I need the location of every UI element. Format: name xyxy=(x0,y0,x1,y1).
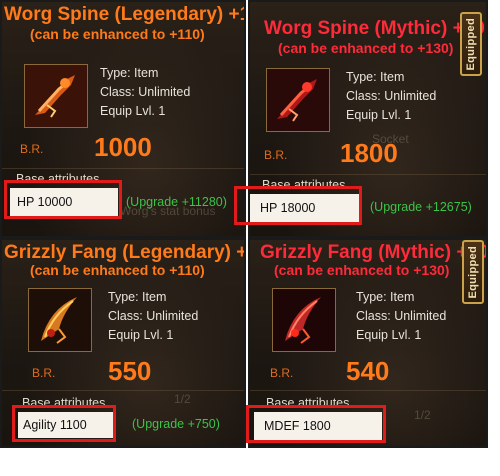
item-equip-level: Equip Lvl. 1 xyxy=(108,328,174,342)
br-value: 540 xyxy=(346,356,390,386)
highlight-frame xyxy=(12,405,116,442)
highlight-frame xyxy=(4,180,122,219)
grizzly-fang-icon xyxy=(272,288,336,352)
item-subtitle: (can be enhanced to +110) xyxy=(30,26,205,42)
highlight-frame xyxy=(246,405,386,443)
item-type: Type: Item xyxy=(100,66,159,80)
item-class: Class: Unlimited xyxy=(108,309,199,323)
page-indicator: 1/2 xyxy=(174,392,191,406)
equipped-label: Equipped xyxy=(467,245,479,299)
br-label: B.R. xyxy=(264,148,288,162)
item-subtitle: (can be enhanced to +110) xyxy=(30,262,205,278)
equipped-badge: Equipped xyxy=(462,240,484,304)
divider xyxy=(2,390,244,391)
upgrade-value: (Upgrade +11280) xyxy=(126,195,227,209)
br-label: B.R. xyxy=(20,142,44,156)
equipped-badge: Equipped xyxy=(460,12,482,76)
divider xyxy=(2,168,244,169)
divider xyxy=(250,390,486,391)
grizzly-fang-icon xyxy=(28,288,92,352)
br-value: 1800 xyxy=(340,138,398,168)
item-class: Class: Unlimited xyxy=(100,85,191,99)
worg-spine-icon xyxy=(24,64,88,128)
item-type: Type: Item xyxy=(108,290,167,304)
br-value: 550 xyxy=(108,356,152,386)
highlight-frame xyxy=(234,186,362,225)
item-class: Class: Unlimited xyxy=(356,309,447,323)
item-type: Type: Item xyxy=(356,290,415,304)
upgrade-value: (Upgrade +750) xyxy=(132,417,220,431)
worg-spine-icon xyxy=(266,68,330,132)
item-equip-level: Equip Lvl. 1 xyxy=(100,104,166,118)
item-class: Class: Unlimited xyxy=(346,89,437,103)
item-subtitle: (can be enhanced to +130) xyxy=(278,40,454,56)
item-type: Type: Item xyxy=(346,70,405,84)
item-title: Grizzly Fang (Legendary) +10 xyxy=(4,242,246,263)
item-equip-level: Equip Lvl. 1 xyxy=(356,328,422,342)
item-title: Grizzly Fang (Mythic) +10 xyxy=(260,242,488,263)
page-indicator: 1/2 xyxy=(414,408,431,422)
br-label: B.R. xyxy=(270,366,294,380)
item-subtitle: (can be enhanced to +130) xyxy=(274,262,450,278)
item-title: Worg Spine (Mythic) +10 xyxy=(264,18,485,39)
item-equip-level: Equip Lvl. 1 xyxy=(346,108,412,122)
upgrade-value: (Upgrade +12675) xyxy=(370,200,472,214)
item-title: Worg Spine (Legendary) +10 xyxy=(4,4,246,25)
br-label: B.R. xyxy=(32,366,56,380)
br-value: 1000 xyxy=(94,132,152,162)
divider xyxy=(250,174,486,175)
equipped-label: Equipped xyxy=(465,17,477,71)
